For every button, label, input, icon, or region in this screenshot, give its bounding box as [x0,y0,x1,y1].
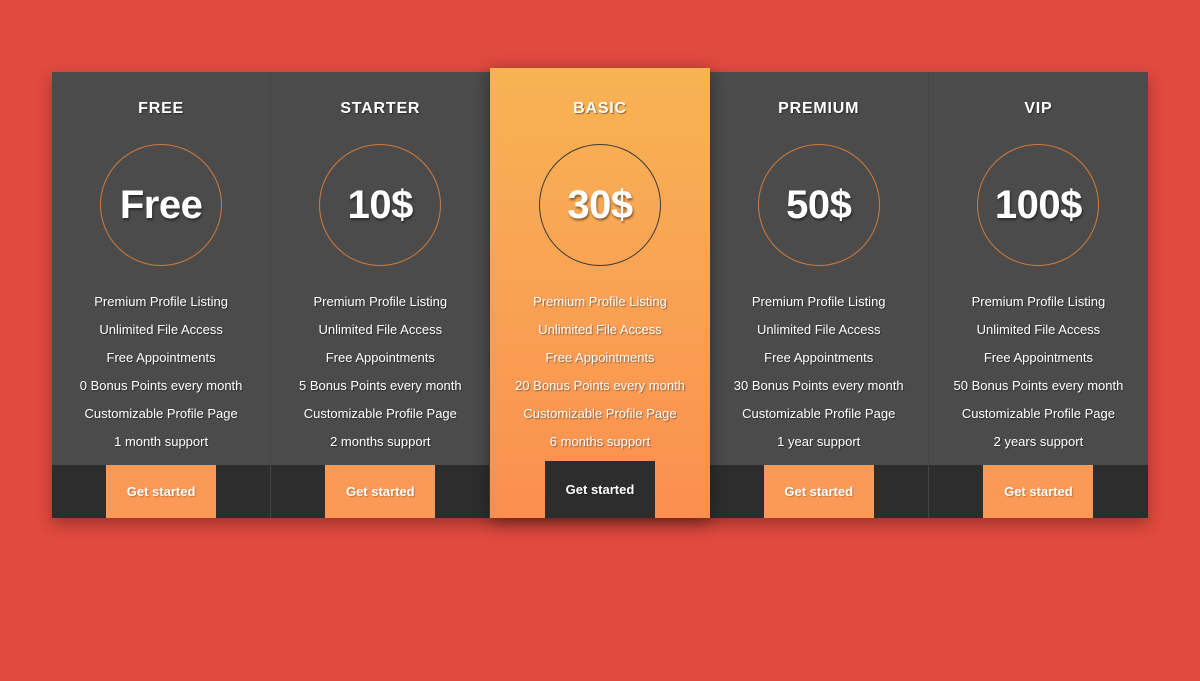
plan-name: STARTER [340,100,421,117]
feature-item: Unlimited File Access [318,322,443,337]
price-circle: 30$ [539,144,661,266]
feature-item: Premium Profile Listing [313,294,448,309]
plan-price: 50$ [786,182,852,227]
pricing-plan-starter: STARTER 10$ Premium Profile Listing Unlimit… [271,72,491,518]
feature-item: Free Appointments [106,350,216,365]
get-started-button[interactable]: Get started [763,465,874,518]
plan-footer: Get started [928,465,1149,518]
feature-item: Customizable Profile Page [742,406,896,421]
plan-name: VIP [1024,100,1053,117]
get-started-button[interactable]: Get started [983,465,1094,518]
feature-item: 20 Bonus Points every month [515,378,685,393]
get-started-button[interactable]: Get started [106,465,217,518]
price-circle: 10$ [319,144,442,266]
plan-name: BASIC [573,100,627,117]
feature-item: 5 Bonus Points every month [299,378,462,393]
feature-item: Free Appointments [764,350,874,365]
feature-item: Premium Profile Listing [94,294,228,309]
feature-item: 2 years support [993,434,1084,449]
feature-item: 30 Bonus Points every month [733,378,904,393]
price-circle: 50$ [757,144,880,266]
plan-name: PREMIUM [778,100,860,117]
plan-name: FREE [138,100,185,117]
get-started-button[interactable]: Get started [545,461,655,518]
feature-list: Premium Profile Listing Unlimited File Ac… [929,288,1148,456]
plan-footer: Get started [271,465,490,518]
feature-item: 6 months support [549,434,651,449]
feature-item: Customizable Profile Page [961,406,1116,421]
feature-item: Customizable Profile Page [523,406,677,421]
feature-list: Premium Profile Listing Unlimited File Ac… [52,288,270,456]
plan-price: 10$ [347,182,414,227]
feature-item: Free Appointments [325,350,435,365]
feature-item: 50 Bonus Points every month [953,378,1124,393]
plan-price: 30$ [567,182,633,227]
price-circle: Free [100,144,223,266]
plan-footer: Get started [52,465,271,518]
feature-item: Unlimited File Access [976,322,1101,337]
plan-footer: Get started [490,461,709,518]
feature-item: Free Appointments [983,350,1093,365]
feature-item: Unlimited File Access [756,322,881,337]
plan-price: Free [119,182,203,227]
pricing-plan-premium: PREMIUM 50$ Premium Profile Listing Unlimit… [709,72,929,518]
plan-price: 100$ [994,182,1082,227]
feature-item: Customizable Profile Page [303,406,457,421]
feature-item: 2 months support [330,434,431,449]
feature-list: Premium Profile Listing Unlimited File Ac… [710,288,928,456]
feature-list: Premium Profile Listing Unlimited File Ac… [490,288,709,456]
get-started-button[interactable]: Get started [325,465,436,518]
feature-item: Unlimited File Access [538,322,662,337]
feature-item: Premium Profile Listing [751,294,886,309]
pricing-plan-vip: VIP 100$ Premium Profile Listing Unlimited … [928,72,1149,518]
feature-item: Premium Profile Listing [533,294,667,309]
feature-list: Premium Profile Listing Unlimited File Ac… [271,288,489,456]
price-circle: 100$ [977,144,1100,266]
feature-item: Customizable Profile Page [84,406,238,421]
plan-footer: Get started [709,465,928,518]
feature-item: 1 month support [114,434,209,449]
pricing-plan-free: FREE Free Premium Profile Listing Unlimited… [52,72,272,518]
feature-item: Free Appointments [545,350,655,365]
feature-item: 0 Bonus Points every month [79,378,243,393]
feature-item: Unlimited File Access [99,322,223,337]
feature-item: Premium Profile Listing [971,294,1106,309]
pricing-table: FREE Free Premium Profile Listing Unlimited… [52,68,1149,518]
feature-item: 1 year support [777,434,861,449]
pricing-plan-basic: BASIC 30$ Premium Profile Listing Unlimited… [490,68,710,518]
